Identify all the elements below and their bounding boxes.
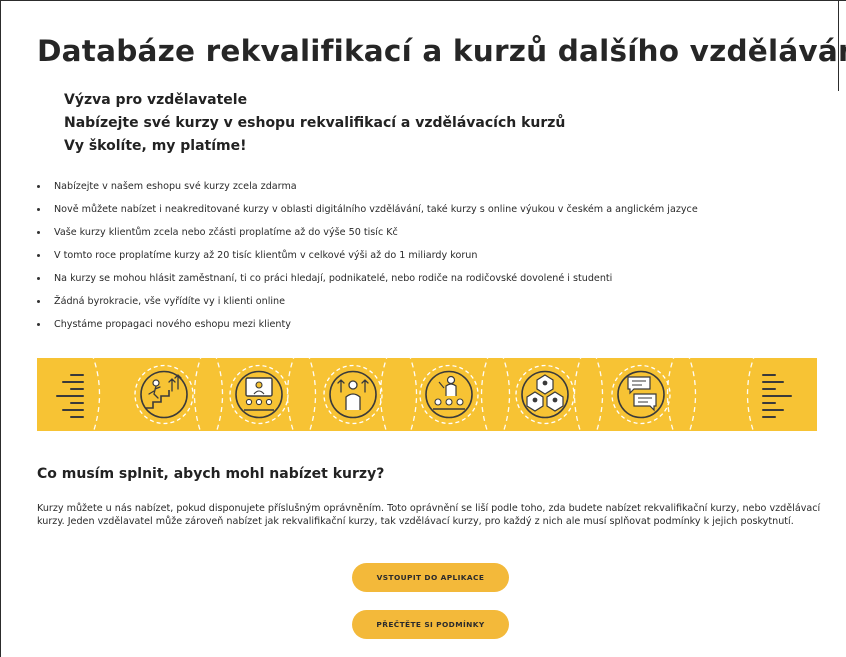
intro-block: Výzva pro vzdělavatele Nabízejte své kur… <box>64 89 565 158</box>
icon-banner <box>37 358 817 431</box>
benefits-list: Nabízejte v našem eshopu své kurzy zcela… <box>37 180 698 341</box>
chat-bubbles-icon <box>611 364 671 425</box>
list-item: Žádná byrokracie, vše vyřídíte vy i klie… <box>37 295 698 318</box>
intro-line-offer: Nabízejte své kurzy v eshopu rekvalifika… <box>64 115 566 131</box>
network-people-icon <box>515 364 575 425</box>
list-item: Na kurzy se mohou hlásit zaměstnaní, ti … <box>37 272 698 295</box>
teacher-class-icon <box>419 364 479 425</box>
speed-lines-icon <box>762 374 792 418</box>
intro-line-call: Výzva pro vzdělavatele <box>64 92 248 108</box>
list-item: Vaše kurzy klientům zcela nebo zčásti pr… <box>37 226 698 249</box>
growth-person-icon <box>323 364 383 425</box>
list-item: Nabízejte v našem eshopu své kurzy zcela… <box>37 180 698 203</box>
read-terms-button[interactable]: PŘEČTĚTE SI PODMÍNKY <box>352 610 509 639</box>
speed-lines-icon <box>56 374 84 418</box>
list-item: Nově můžete nabízet i neakreditované kur… <box>37 203 698 226</box>
online-lecture-icon <box>229 364 289 425</box>
page-title: Databáze rekvalifikací a kurzů dalšího v… <box>37 34 846 68</box>
enter-app-button[interactable]: VSTOUPIT DO APLIKACE <box>352 563 509 592</box>
requirements-heading: Co musím splnit, abych mohl nabízet kurz… <box>37 466 385 482</box>
list-item: Chystáme propagaci nového eshopu mezi kl… <box>37 318 698 341</box>
climbing-stairs-icon <box>134 364 194 425</box>
list-item: V tomto roce proplatíme kurzy až 20 tisí… <box>37 249 698 272</box>
requirements-text: Kurzy můžete u nás nabízet, pokud dispon… <box>37 503 821 527</box>
intro-line-slogan: Vy školíte, my platíme! <box>64 138 247 154</box>
